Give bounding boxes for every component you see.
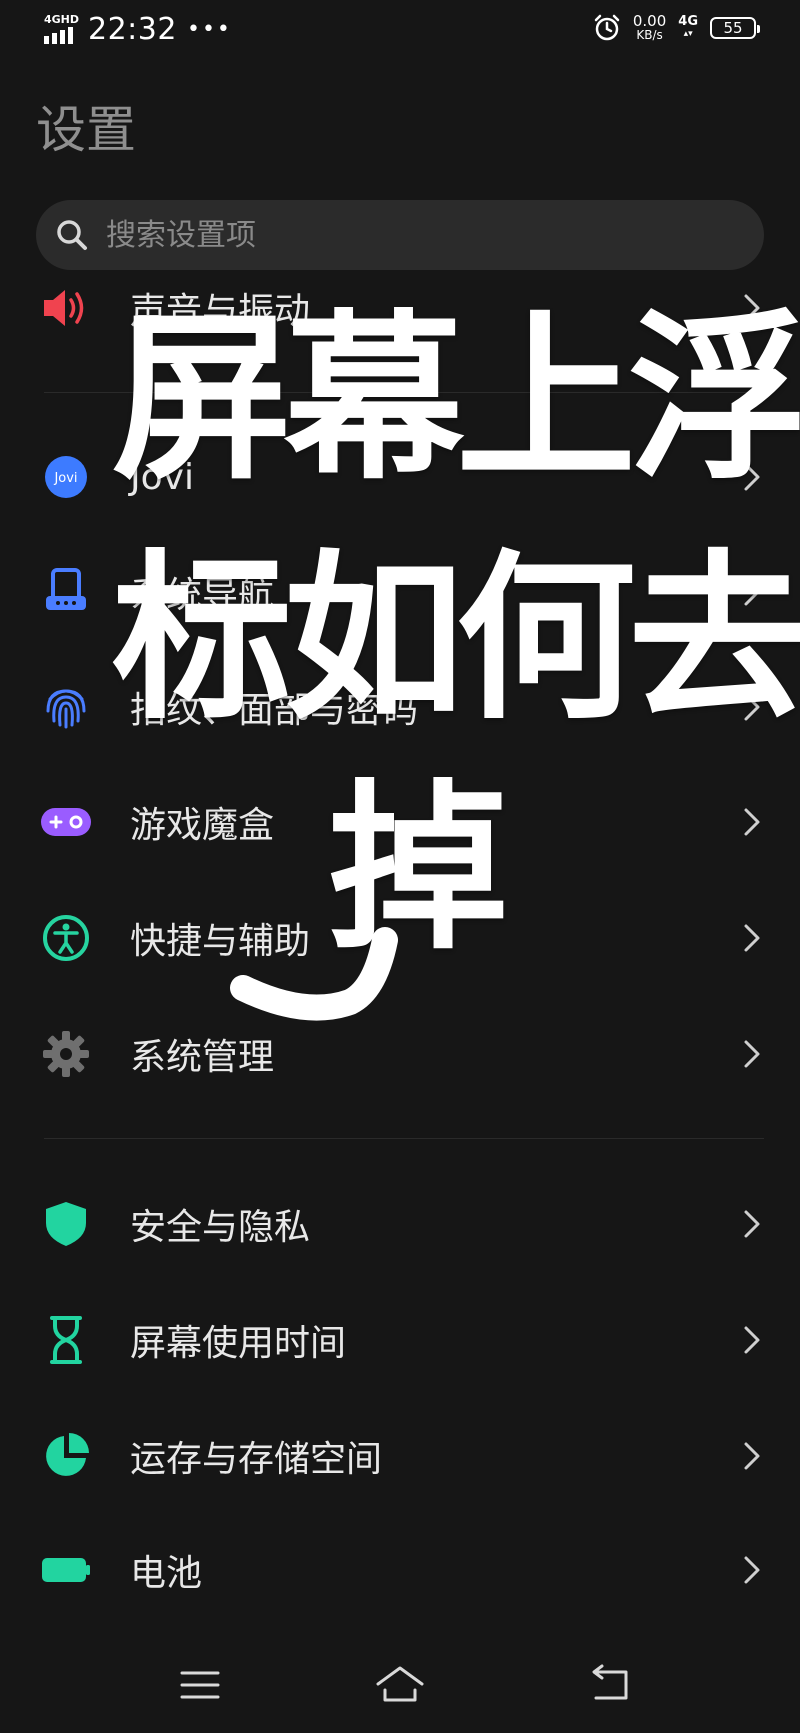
clock: 22:32	[88, 12, 177, 47]
settings-item-battery[interactable]: 电池	[0, 1520, 800, 1620]
back-icon[interactable]	[582, 1660, 638, 1710]
network-speed: 0.00 KB/s	[632, 12, 667, 43]
settings-item-label: Jovi	[130, 456, 194, 498]
chevron-right-icon	[744, 463, 760, 491]
settings-item-jovi[interactable]: Jovi Jovi	[0, 427, 800, 527]
settings-item-sound[interactable]: 声音与振动	[0, 258, 800, 358]
alarm-icon	[594, 14, 620, 41]
settings-item-label: 电池	[130, 1553, 203, 1594]
data-network-indicator: 4G ▴▾	[678, 14, 698, 40]
section-divider	[44, 1138, 764, 1139]
chevron-right-icon	[744, 1556, 760, 1584]
navigation-bar	[0, 1640, 800, 1733]
settings-item-label: 游戏魔盒	[130, 805, 275, 846]
data-network-label: 4G	[678, 14, 698, 29]
search-input[interactable]	[104, 204, 764, 266]
fingerprint-icon	[46, 689, 86, 729]
page-title: 设置	[36, 101, 136, 159]
network-speed-value: 0.00	[632, 12, 667, 30]
search-icon	[57, 220, 87, 250]
chevron-right-icon	[744, 808, 760, 836]
status-bar-right: 0.00 KB/s 4G ▴▾ 55	[593, 12, 760, 43]
menu-icon[interactable]	[172, 1660, 228, 1710]
battery-level: 55	[723, 19, 743, 37]
settings-item-label: 快捷与辅助	[130, 921, 311, 962]
accessibility-icon	[43, 915, 89, 961]
battery-icon	[42, 1558, 90, 1582]
settings-item-system-navigation[interactable]: 系统导航	[0, 542, 800, 642]
signal-icon: 4GHD	[44, 12, 80, 46]
chevron-right-icon	[744, 578, 760, 606]
settings-item-shortcuts-accessibility[interactable]: 快捷与辅助	[0, 888, 800, 988]
chevron-right-icon	[744, 1442, 760, 1470]
battery-status-icon: 55	[710, 17, 760, 39]
chevron-right-icon	[744, 693, 760, 721]
network-speed-unit: KB/s	[636, 28, 663, 42]
settings-item-label: 系统管理	[130, 1037, 275, 1078]
chevron-right-icon	[744, 1040, 760, 1068]
settings-item-system-management[interactable]: 系统管理	[0, 1004, 800, 1104]
settings-item-game-box[interactable]: 游戏魔盒	[0, 772, 800, 872]
settings-item-label: 指纹、面部与密码	[130, 690, 419, 731]
gamepad-icon	[41, 808, 91, 836]
settings-item-fingerprint[interactable]: 指纹、面部与密码	[0, 657, 800, 757]
settings-item-label: 安全与隐私	[130, 1207, 311, 1248]
home-icon[interactable]	[372, 1660, 428, 1710]
status-bar-left: 4GHD 22:32 •••	[44, 12, 232, 47]
settings-item-label: 屏幕使用时间	[130, 1323, 347, 1364]
status-bar: 4GHD 22:32 ••• 0.00 KB/s 4G ▴▾ 55	[0, 0, 800, 62]
chevron-right-icon	[744, 924, 760, 952]
settings-item-screen-time[interactable]: 屏幕使用时间	[0, 1290, 800, 1390]
gear-icon	[43, 1031, 89, 1077]
settings-item-label: 运存与存储空间	[130, 1439, 383, 1480]
more-notifications-icon: •••	[186, 17, 232, 42]
chevron-right-icon	[744, 1210, 760, 1238]
shield-icon	[46, 1202, 86, 1246]
hourglass-icon	[50, 1316, 82, 1364]
network-label: 4GHD	[44, 12, 80, 26]
system-navigation-icon	[46, 568, 86, 610]
data-activity-icon: ▴▾	[683, 29, 693, 39]
jovi-icon: Jovi	[45, 456, 87, 498]
settings-item-label: 声音与振动	[130, 291, 311, 332]
section-divider	[44, 392, 764, 393]
settings-item-label: 系统导航	[130, 575, 275, 616]
chevron-right-icon	[744, 1326, 760, 1354]
settings-item-security-privacy[interactable]: 安全与隐私	[0, 1174, 800, 1274]
chevron-right-icon	[744, 294, 760, 322]
svg-text:Jovi: Jovi	[53, 471, 77, 486]
pie-chart-icon	[46, 1433, 89, 1476]
speaker-icon	[44, 290, 84, 326]
settings-item-memory-storage[interactable]: 运存与存储空间	[0, 1406, 800, 1506]
